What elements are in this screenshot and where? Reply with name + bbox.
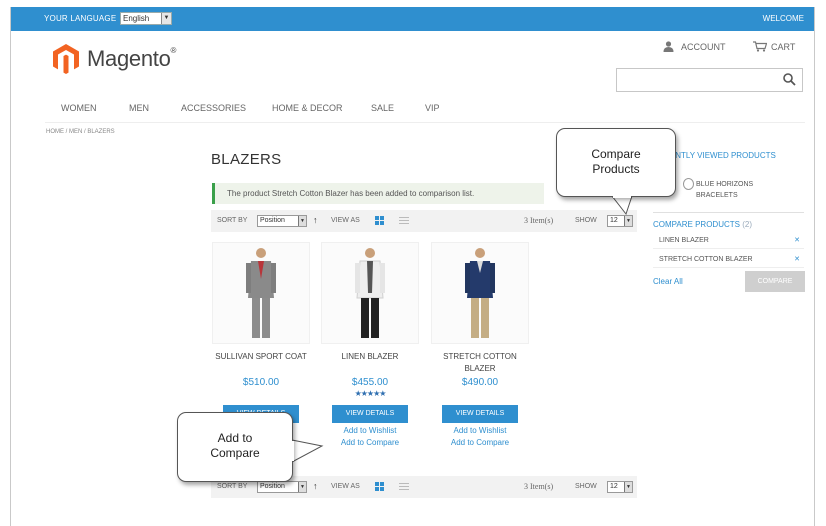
product-price: $510.00	[242, 377, 280, 388]
product-price: $455.00	[351, 377, 389, 388]
add-to-compare-link[interactable]: Add to Compare	[320, 438, 420, 447]
welcome-text: WELCOME	[762, 14, 804, 23]
list-view-icon[interactable]	[399, 216, 409, 225]
chevron-down-icon: ▼	[624, 216, 632, 226]
model-gray-suit-image	[246, 248, 276, 338]
nav-divider	[45, 122, 805, 123]
search-icon[interactable]	[783, 73, 796, 86]
compare-count: (2)	[742, 220, 752, 229]
add-to-compare-callout: Add to Compare	[177, 412, 293, 482]
toolbar-top: SORT BY Position ▼ ↑ VIEW AS 3 Item(s) SH…	[211, 210, 637, 232]
language-value: English	[123, 14, 150, 23]
chevron-down-icon: ▼	[298, 482, 306, 492]
add-to-wishlist-link[interactable]: Add to Wishlist	[430, 426, 530, 435]
nav-item-men[interactable]: MEN	[129, 103, 149, 113]
compare-item[interactable]: LINEN BLAZER ✕	[653, 233, 804, 249]
product-rating	[211, 389, 311, 399]
product-card: LINEN BLAZER $455.00 ★★★★★ VIEW DETAILS …	[320, 242, 420, 447]
sort-value: Position	[260, 217, 285, 224]
show-label: SHOW	[575, 483, 597, 490]
compare-item-name: LINEN BLAZER	[659, 237, 709, 244]
nav-item-accessories[interactable]: ACCESSORIES	[181, 103, 246, 113]
language-select[interactable]: English ▼	[120, 12, 172, 25]
view-details-button[interactable]: VIEW DETAILS	[442, 405, 518, 423]
callout-text: Add to Compare	[210, 431, 260, 460]
product-card: STRETCH COTTON BLAZER $490.00 VIEW DETAI…	[430, 242, 530, 447]
model-linen-blazer-image	[355, 248, 385, 338]
view-details-button[interactable]: VIEW DETAILS	[332, 405, 408, 423]
language-label: YOUR LANGUAGE	[44, 14, 117, 23]
chevron-down-icon: ▼	[161, 13, 171, 24]
remove-icon[interactable]: ✕	[794, 252, 800, 268]
chevron-down-icon: ▼	[298, 216, 306, 226]
sort-value: Position	[260, 483, 285, 490]
show-select[interactable]: 12 ▼	[607, 215, 633, 227]
logo-registered-mark: ®	[170, 46, 177, 55]
compare-products-title: COMPARE PRODUCTS (2)	[653, 220, 752, 229]
items-count: 3 Item(s)	[524, 216, 554, 225]
page-title: BLAZERS	[211, 151, 282, 168]
model-navy-blazer-image	[465, 248, 495, 338]
cart-icon	[753, 41, 768, 52]
show-label: SHOW	[575, 217, 597, 224]
account-link[interactable]: ACCOUNT	[663, 41, 726, 52]
product-name[interactable]: STRETCH COTTON BLAZER	[430, 351, 530, 375]
magento-logo[interactable]: Magento®	[53, 44, 183, 78]
add-to-wishlist-link[interactable]: Add to Wishlist	[320, 426, 420, 435]
magento-logo-icon	[53, 44, 79, 74]
success-message: The product Stretch Cotton Blazer has be…	[212, 183, 544, 204]
product-rating	[430, 389, 530, 399]
list-view-icon[interactable]	[399, 482, 409, 491]
sort-direction-icon[interactable]: ↑	[313, 481, 318, 491]
product-image[interactable]	[431, 242, 529, 344]
nav-item-sale[interactable]: SALE	[371, 103, 394, 113]
grid-view-icon[interactable]	[375, 482, 384, 491]
product-image[interactable]	[212, 242, 310, 344]
product-price: $490.00	[461, 377, 499, 388]
remove-icon[interactable]: ✕	[794, 233, 800, 249]
show-value: 12	[610, 483, 618, 490]
product-name[interactable]: LINEN BLAZER	[320, 351, 420, 375]
callout-text: Compare Products	[591, 147, 641, 176]
nav-item-home-decor[interactable]: HOME & DECOR	[272, 103, 343, 113]
sort-label: SORT BY	[217, 483, 248, 490]
view-label: VIEW AS	[331, 483, 360, 490]
compare-item[interactable]: STRETCH COTTON BLAZER ✕	[653, 252, 804, 268]
items-count: 3 Item(s)	[524, 482, 554, 491]
browser-frame: YOUR LANGUAGE English ▼ WELCOME Magento®…	[10, 7, 815, 526]
add-to-compare-link[interactable]: Add to Compare	[430, 438, 530, 447]
cart-label: CART	[771, 42, 796, 52]
nav-item-vip[interactable]: VIP	[425, 103, 440, 113]
compare-title-text: COMPARE PRODUCTS	[653, 220, 740, 229]
compare-button[interactable]: COMPARE	[745, 271, 805, 292]
top-bar: YOUR LANGUAGE English ▼ WELCOME	[11, 7, 814, 31]
sort-select[interactable]: Position ▼	[257, 215, 307, 227]
recently-viewed-item[interactable]: BLUE HORIZONS BRACELETS	[696, 179, 776, 201]
bracelet-thumbnail[interactable]	[683, 178, 694, 190]
sort-select[interactable]: Position ▼	[257, 481, 307, 493]
sort-label: SORT BY	[217, 217, 248, 224]
cart-link[interactable]: CART	[753, 41, 795, 52]
chevron-down-icon: ▼	[624, 482, 632, 492]
breadcrumb[interactable]: HOME / MEN / BLAZERS	[46, 129, 115, 135]
product-image[interactable]	[321, 242, 419, 344]
nav-item-women[interactable]: WOMEN	[61, 103, 97, 113]
show-select[interactable]: 12 ▼	[607, 481, 633, 493]
logo-wordmark: Magento	[87, 46, 171, 71]
product-name[interactable]: SULLIVAN SPORT COAT	[211, 351, 311, 375]
account-label: ACCOUNT	[681, 42, 726, 52]
logo-text: Magento®	[87, 46, 176, 72]
clear-all-link[interactable]: Clear All	[653, 277, 683, 286]
sort-direction-icon[interactable]: ↑	[313, 215, 318, 225]
compare-item-name: STRETCH COTTON BLAZER	[659, 256, 753, 263]
search-input[interactable]	[616, 68, 803, 92]
user-icon	[663, 41, 674, 52]
compare-products-callout: Compare Products	[556, 128, 676, 197]
view-label: VIEW AS	[331, 217, 360, 224]
show-value: 12	[610, 217, 618, 224]
product-rating: ★★★★★	[354, 389, 387, 398]
sidebar-divider	[653, 212, 804, 213]
grid-view-icon[interactable]	[375, 216, 384, 225]
